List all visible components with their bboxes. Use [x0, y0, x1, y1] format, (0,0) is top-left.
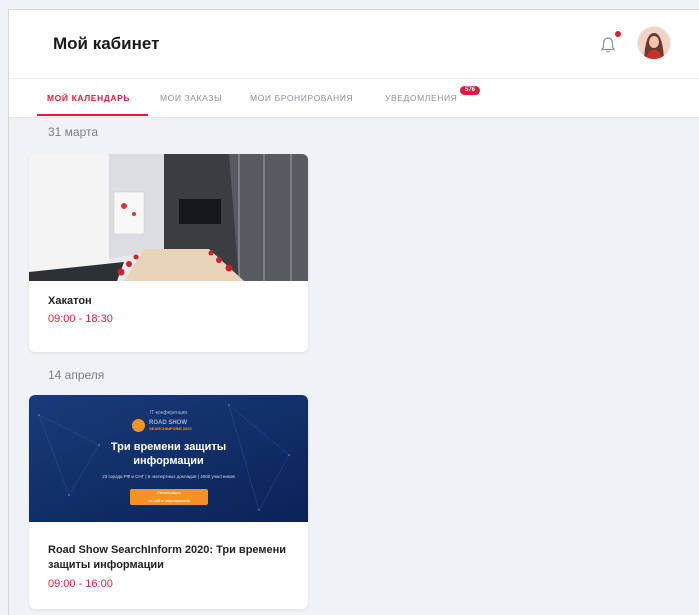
- active-tab-indicator: [37, 114, 148, 116]
- banner-logo-text: ROAD SHOW SEARCHINFORM 2020: [149, 420, 192, 432]
- page-title: Мой кабинет: [53, 34, 160, 53]
- notifications-count-badge: 576: [460, 86, 480, 95]
- road-show-logo-icon: [132, 419, 145, 432]
- banner-kicker: IT-конференция: [149, 410, 188, 416]
- event-title: Road Show SearchInform 2020: Три времени…: [48, 544, 287, 571]
- event-time: 09:00 - 18:30: [48, 313, 113, 325]
- event-image: IT-конференция ROAD SHOW SEARCHINFORM 20…: [29, 395, 308, 522]
- banner-headline: Три времени защиты информации: [29, 440, 308, 468]
- tab-notifications[interactable]: Уведомления: [385, 93, 457, 103]
- tab-my-calendar[interactable]: Мой календарь: [47, 93, 130, 103]
- event-title: Хакатон: [48, 295, 92, 307]
- app-frame: Мой кабинет Мой календарь Мои заказы Мои…: [8, 9, 699, 615]
- notification-dot: [615, 31, 621, 37]
- event-image: [29, 154, 308, 281]
- tab-my-bookings[interactable]: Мои бронирования: [250, 93, 353, 103]
- banner-subline: 23 города РФ и СНГ | 6 экспертных доклад…: [102, 474, 235, 479]
- user-avatar-icon: [638, 27, 670, 59]
- tab-my-orders[interactable]: Мои заказы: [160, 93, 222, 103]
- tab-bar: Мой календарь Мои заказы Мои бронировани…: [9, 78, 699, 118]
- date-heading: 31 марта: [48, 125, 99, 139]
- banner-headline-line2: информации: [133, 455, 204, 467]
- banner-headline-line1: Три времени защиты: [110, 441, 227, 453]
- top-bar: Мой кабинет: [9, 10, 699, 78]
- event-card[interactable]: Хакатон 09:00 - 18:30: [29, 154, 308, 352]
- event-card[interactable]: IT-конференция ROAD SHOW SEARCHINFORM 20…: [29, 395, 308, 609]
- date-heading: 14 апреля: [48, 368, 105, 382]
- banner-button-line2: на сайте мероприятия: [148, 498, 190, 503]
- avatar[interactable]: [637, 26, 671, 60]
- banner-register-button: Регистрация на сайте мероприятия: [130, 489, 208, 505]
- banner-button-line1: Регистрация: [157, 490, 181, 495]
- event-time: 09:00 - 16:00: [48, 578, 113, 590]
- banner-logo-line2: SEARCHINFORM 2020: [149, 426, 192, 431]
- notification-bell-icon[interactable]: [600, 36, 616, 54]
